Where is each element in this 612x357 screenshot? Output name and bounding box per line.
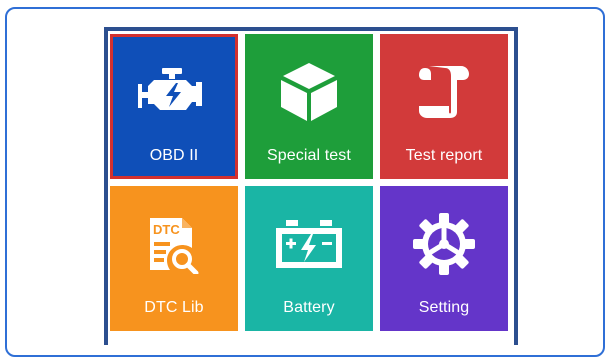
cube-icon [245, 62, 373, 122]
scroll-report-icon [380, 62, 508, 122]
menu-tile-battery[interactable]: Battery [245, 186, 373, 331]
menu-tile-obd2[interactable]: OBD II [110, 34, 238, 179]
main-menu-grid: OBD II Special test Test report DTC DTC … [110, 34, 512, 334]
gear-icon [380, 213, 508, 275]
menu-tile-dtc-lib[interactable]: DTC DTC Lib [110, 186, 238, 331]
menu-tile-label: Special test [267, 147, 351, 164]
engine-icon [113, 62, 235, 122]
menu-tile-label: OBD II [149, 147, 199, 164]
menu-tile-setting[interactable]: Setting [380, 186, 508, 331]
menu-tile-test-report[interactable]: Test report [380, 34, 508, 179]
menu-tile-label: DTC Lib [144, 299, 204, 316]
menu-tile-special-test[interactable]: Special test [245, 34, 373, 179]
battery-icon [245, 214, 373, 274]
dtc-icon-text: DTC [153, 222, 180, 237]
dtc-document-search-icon: DTC [110, 214, 238, 274]
menu-tile-label: Battery [283, 299, 335, 316]
menu-tile-label: Setting [418, 299, 470, 316]
menu-tile-label: Test report [405, 147, 483, 164]
